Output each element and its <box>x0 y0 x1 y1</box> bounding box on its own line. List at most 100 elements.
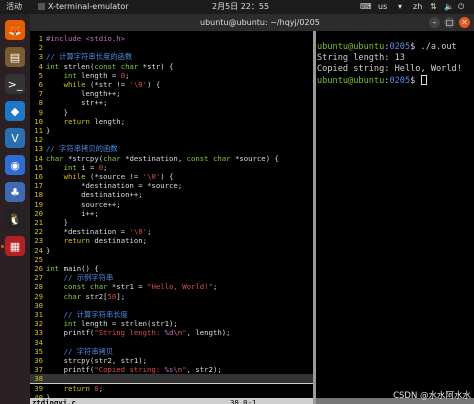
line-number: 6 <box>38 80 43 89</box>
clock[interactable]: 2月5日 22：55 <box>212 2 269 12</box>
code-text: source++; <box>46 200 121 209</box>
code-token: str++; <box>46 98 108 108</box>
line-number: 28 <box>34 282 43 292</box>
input-method-indicator[interactable]: zh <box>413 2 422 12</box>
vscode-icon[interactable]: ◆ <box>5 101 25 121</box>
terminal-line-command: ubuntu@ubuntu:0205$ ./a.out <box>317 42 457 53</box>
keyboard-icon[interactable]: ⌨ <box>360 2 372 12</box>
code-token: const char <box>94 61 139 71</box>
terminal-pane[interactable]: ubuntu@ubuntu:0205$ ./a.out String lengt… <box>316 31 474 404</box>
code-text: int length = strlen(str1); <box>46 319 178 328</box>
qq-icon[interactable]: 🐧 <box>5 209 25 229</box>
code-line: 25 <box>30 255 313 264</box>
window-titlebar[interactable]: ubuntu@ubuntu: ~/hqyj/0205 – □ ✕ <box>30 14 474 31</box>
network-icon[interactable]: ♣ <box>5 182 25 202</box>
code-text: // 计算字符串长度的函数 <box>46 52 132 61</box>
volume-icon[interactable]: 🔈 <box>444 2 454 12</box>
code-line: 20 i++; <box>30 209 313 218</box>
code-text: *destination = *source; <box>46 181 182 190</box>
code-token: *str1 = <box>107 282 148 292</box>
lang-indicator[interactable]: us <box>378 2 387 12</box>
code-line: 7 length++; <box>30 89 313 98</box>
code-text: } <box>46 108 68 117</box>
maximize-button[interactable]: □ <box>444 17 455 28</box>
code-line: 23 return destination; <box>30 236 313 245</box>
line-number: 15 <box>34 162 43 172</box>
line-number: 26 <box>34 264 43 273</box>
terminal-cursor <box>420 75 427 85</box>
app-menu[interactable]: X-terminal-emulator <box>38 2 129 12</box>
vim-editor-pane[interactable]: 1 #include <stdio.h> 2 3// 计算字符串长度的函数 4 int s… <box>30 31 313 404</box>
dropdown-arrow-icon[interactable]: ▾ <box>398 2 402 12</box>
code-token: while <box>63 80 86 89</box>
code-token: return <box>63 236 90 246</box>
code-line: 27 // 示例字符串 <box>30 273 313 282</box>
code-token: int <box>63 319 77 329</box>
code-token: 50 <box>107 291 117 301</box>
code-text: int i = 0; <box>46 163 108 172</box>
prompt-path: 0205 <box>389 76 411 86</box>
code-line: 33 printf("String length: %d\n", length)… <box>30 328 313 337</box>
prompt-path: 0205 <box>389 42 411 52</box>
code-line-current: 38 <box>30 374 313 384</box>
code-token: , str2); <box>186 365 222 375</box>
line-number: 34 <box>34 337 43 347</box>
top-bar: 活动 X-terminal-emulator 2月5日 22：55 ⌨ us ▾… <box>0 0 474 14</box>
presentation-icon[interactable]: ▦ <box>5 236 25 256</box>
code-text: } <box>46 246 50 255</box>
code-token: // 示例字符串 <box>46 273 114 283</box>
code-token: destination; <box>89 236 148 246</box>
code-text: const char *str1 = "Hello, World!"; <box>46 282 218 292</box>
vbox-icon[interactable]: V <box>5 128 25 148</box>
code-token: (*str != <box>85 80 130 89</box>
code-token: %s\n <box>164 365 183 375</box>
screenshot-icon[interactable]: ◉ <box>5 155 25 175</box>
code-text: str++; <box>46 98 108 108</box>
code-token: char <box>63 291 82 301</box>
terminal-icon[interactable]: >_ <box>5 74 25 94</box>
firefox-icon[interactable]: 🦊 <box>5 20 25 40</box>
line-number: 21 <box>34 218 43 227</box>
network-status-icon[interactable]: ⇅ <box>430 2 437 12</box>
code-token: while <box>63 172 86 181</box>
power-icon[interactable]: ⏻ <box>458 2 464 12</box>
code-token: length = <box>76 70 121 80</box>
code-text: int length = 0; <box>46 71 130 80</box>
code-line: 17 *destination = *source; <box>30 181 313 190</box>
prompt-dollar: $ <box>410 76 421 86</box>
line-number: 25 <box>34 254 43 264</box>
code-text: int main() { <box>46 264 99 273</box>
code-token: main() { <box>59 264 99 273</box>
line-number: 20 <box>34 208 43 218</box>
code-token: *destination, <box>120 153 187 163</box>
code-token: // 字符串拷贝的函数 <box>46 144 118 154</box>
activities-button[interactable]: 活动 <box>6 2 22 12</box>
code-line: 4 int strlen(const char *str) { <box>30 62 313 71</box>
code-token: str2[ <box>81 291 108 301</box>
code-line: 8 str++; <box>30 98 313 107</box>
close-button[interactable]: ✕ <box>459 17 470 28</box>
minimize-button[interactable]: – <box>429 17 440 28</box>
code-token: i++; <box>46 208 99 218</box>
code-token: printf( <box>46 328 95 338</box>
code-line: 39 return 0; <box>30 384 313 393</box>
code-token: , length); <box>186 328 231 338</box>
terminal-output-line: String length: 13 <box>317 53 405 63</box>
line-number: 5 <box>38 70 43 80</box>
code-line: 29 char str2[50]; <box>30 292 313 301</box>
line-number: 39 <box>34 383 43 393</box>
line-number: 23 <box>34 236 43 246</box>
code-token: return <box>63 116 90 126</box>
code-text: return destination; <box>46 236 147 245</box>
line-number: 33 <box>34 328 43 338</box>
line-number: 31 <box>34 310 43 319</box>
code-line: 15 int i = 0; <box>30 163 313 172</box>
code-line: 18 destination++; <box>30 190 313 199</box>
code-token: %d\n <box>164 328 183 338</box>
files-icon[interactable]: ▤ <box>5 47 25 67</box>
